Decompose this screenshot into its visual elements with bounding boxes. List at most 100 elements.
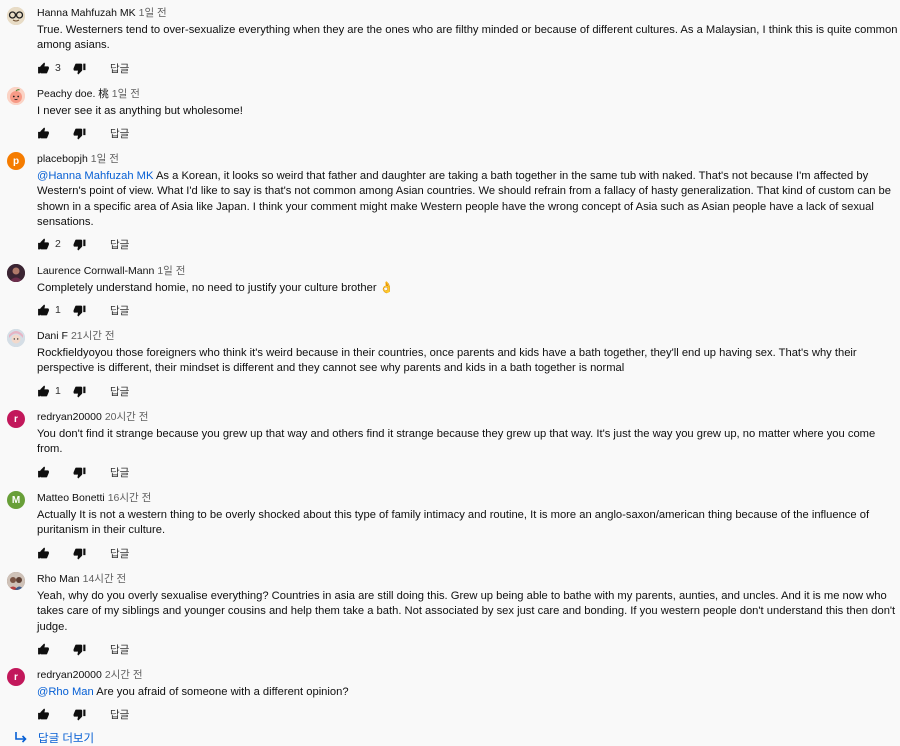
author-name[interactable]: placebopjh (37, 153, 88, 165)
reply-text: Rockfieldyoyou those foreigners who thin… (37, 346, 900, 377)
reply-text: @Hanna Mahfuzah MK As a Korean, it looks… (37, 169, 900, 230)
reply-header: placebopjh 1일 전 (37, 152, 119, 166)
author-name[interactable]: redryan20000 (37, 411, 102, 423)
reply-header: redryan20000 20시간 전 (37, 410, 148, 424)
reply-arrow-icon (14, 732, 28, 744)
thumbs-up-icon[interactable] (37, 127, 50, 140)
avatar-letter: r (14, 671, 18, 683)
thumbs-down-icon[interactable] (73, 385, 86, 398)
thumbs-up-icon[interactable] (37, 62, 50, 75)
author-name[interactable]: Laurence Cornwall-Mann (37, 265, 154, 277)
reply-content: True. Westerners tend to over-sexualize … (37, 24, 898, 52)
reply-content: Rockfieldyoyou those foreigners who thin… (37, 347, 857, 375)
timestamp[interactable]: 21시간 전 (71, 330, 115, 342)
reply-header: Dani F 21시간 전 (37, 329, 115, 343)
avatar[interactable] (7, 264, 25, 282)
thumbs-up-icon[interactable] (37, 238, 50, 251)
reply-header: Matteo Bonetti 16시간 전 (37, 491, 151, 505)
like-count: 1 (55, 304, 61, 316)
timestamp[interactable]: 1일 전 (157, 265, 185, 277)
show-more-replies-label: 답글 더보기 (38, 733, 95, 745)
cartoon-glasses-avatar-icon (7, 7, 25, 25)
reply-button[interactable]: 답글 (110, 237, 129, 252)
photo-avatar-icon (7, 572, 25, 590)
reply-button[interactable]: 답글 (110, 642, 129, 657)
action-bar: 답글 (37, 546, 129, 560)
reply-text: True. Westerners tend to over-sexualize … (37, 23, 900, 54)
action-bar: 2 답글 (37, 237, 129, 251)
action-bar: 답글 (37, 707, 129, 721)
reply-button[interactable]: 답글 (110, 707, 129, 722)
reply-content: You don't find it strange because you gr… (37, 428, 876, 456)
reply-text: Completely understand homie, no need to … (37, 281, 900, 296)
avatar[interactable] (7, 7, 25, 25)
like-count: 3 (55, 62, 61, 74)
avatar[interactable] (7, 572, 25, 590)
avatar[interactable]: M (7, 491, 25, 509)
reply-button[interactable]: 답글 (110, 465, 129, 480)
reply-content: I never see it as anything but wholesome… (37, 105, 243, 117)
thumbs-up-icon[interactable] (37, 466, 50, 479)
author-name[interactable]: Matteo Bonetti (37, 492, 105, 504)
photo-avatar-icon (7, 264, 25, 282)
reply-header: Peachy doe. 桃 1일 전 (37, 87, 140, 101)
action-bar: 3 답글 (37, 61, 129, 75)
thumbs-up-icon[interactable] (37, 385, 50, 398)
show-more-replies-button[interactable]: 답글 더보기 (14, 730, 94, 746)
reply-button[interactable]: 답글 (110, 384, 129, 399)
mention-link[interactable]: @Hanna Mahfuzah MK (37, 170, 153, 182)
reply-button[interactable]: 답글 (110, 61, 129, 76)
action-bar: 1 답글 (37, 384, 129, 398)
avatar[interactable]: p (7, 152, 25, 170)
author-name[interactable]: redryan20000 (37, 669, 102, 681)
thumbs-down-icon[interactable] (73, 466, 86, 479)
reply-text: You don't find it strange because you gr… (37, 427, 900, 458)
author-name[interactable]: Peachy doe. 桃 (37, 88, 109, 100)
timestamp[interactable]: 1일 전 (139, 7, 167, 19)
reply-header: redryan20000 2시간 전 (37, 668, 143, 682)
thumbs-down-icon[interactable] (73, 304, 86, 317)
avatar[interactable] (7, 329, 25, 347)
author-name[interactable]: Dani F (37, 330, 68, 342)
reply-text: Actually It is not a western thing to be… (37, 508, 900, 539)
thumbs-up-icon[interactable] (37, 643, 50, 656)
reply-button[interactable]: 답글 (110, 303, 129, 318)
action-bar: 답글 (37, 126, 129, 140)
thumbs-up-icon[interactable] (37, 304, 50, 317)
author-name[interactable]: Rho Man (37, 573, 80, 585)
reply-content: Actually It is not a western thing to be… (37, 509, 870, 537)
thumbs-down-icon[interactable] (73, 547, 86, 560)
avatar[interactable]: r (7, 410, 25, 428)
thumbs-down-icon[interactable] (73, 643, 86, 656)
thumbs-down-icon[interactable] (73, 127, 86, 140)
timestamp[interactable]: 16시간 전 (108, 492, 152, 504)
thumbs-down-icon[interactable] (73, 238, 86, 251)
action-bar: 답글 (37, 642, 129, 656)
timestamp[interactable]: 14시간 전 (83, 573, 127, 585)
reply-header: Rho Man 14시간 전 (37, 572, 126, 586)
avatar[interactable] (7, 87, 25, 105)
avatar-letter: p (12, 155, 20, 167)
reply-content: As a Korean, it looks so weird that fath… (37, 170, 891, 228)
thumbs-up-icon[interactable] (37, 708, 50, 721)
reply-content: Completely understand homie, no need to … (37, 282, 394, 294)
thumbs-up-icon[interactable] (37, 547, 50, 560)
mention-link[interactable]: @Rho Man (37, 686, 94, 698)
timestamp[interactable]: 1일 전 (91, 153, 119, 165)
timestamp[interactable]: 1일 전 (112, 88, 140, 100)
anime-avatar-icon (7, 329, 25, 347)
peach-face-avatar-icon (7, 87, 25, 105)
reply-header: Hanna Mahfuzah MK 1일 전 (37, 6, 167, 20)
timestamp[interactable]: 2시간 전 (105, 669, 143, 681)
author-name[interactable]: Hanna Mahfuzah MK (37, 7, 136, 19)
thumbs-down-icon[interactable] (73, 708, 86, 721)
timestamp[interactable]: 20시간 전 (105, 411, 149, 423)
like-count: 1 (55, 385, 61, 397)
thumbs-down-icon[interactable] (73, 62, 86, 75)
reply-button[interactable]: 답글 (110, 546, 129, 561)
action-bar: 답글 (37, 465, 129, 479)
reply-text: @Rho Man Are you afraid of someone with … (37, 685, 900, 700)
reply-button[interactable]: 답글 (110, 126, 129, 141)
avatar[interactable]: r (7, 668, 25, 686)
action-bar: 1 답글 (37, 303, 129, 317)
